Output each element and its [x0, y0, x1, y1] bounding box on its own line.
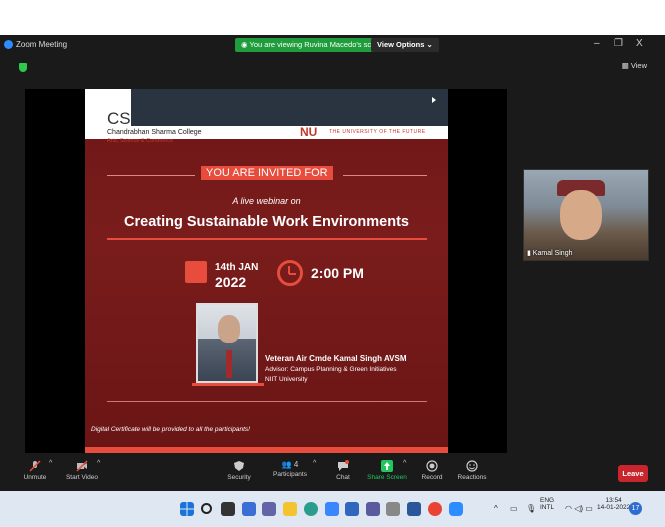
- meeting-toolbar: Unmute ^ Start Video ^ Security 👥 4 Part…: [0, 457, 665, 491]
- certificate-note: Digital Certificate will be provided to …: [91, 426, 250, 433]
- restore-button[interactable]: ❐: [614, 38, 623, 49]
- video-off-icon: [76, 460, 88, 472]
- live-webinar-text: A live webinar on: [232, 196, 301, 206]
- participants-icon: 👥 4: [281, 460, 299, 469]
- speaker-photo: [196, 303, 258, 383]
- participant-face: [560, 190, 602, 240]
- event-time: 2:00 PM: [311, 265, 364, 281]
- edge-browser-icon[interactable]: [304, 502, 318, 516]
- title-underline: [107, 238, 427, 240]
- window-title: Zoom Meeting: [16, 40, 68, 49]
- wifi-volume-battery-icon[interactable]: ◠ ◁) ▭: [565, 504, 593, 513]
- speaker-name: Veteran Air Cmde Kamal Singh AVSM: [265, 354, 407, 363]
- divider-right: [343, 175, 427, 176]
- security-button[interactable]: Security: [224, 457, 254, 491]
- speaker-role: Advisor: Campus Planning & Green Initiat…: [265, 366, 397, 373]
- slide-header: CS Chandrabhan Sharma College Arts, Scie…: [85, 89, 448, 144]
- close-button[interactable]: X: [636, 38, 643, 49]
- college-logo: CS: [107, 109, 131, 128]
- divider-bottom: [107, 401, 427, 402]
- clock[interactable]: 13:54 14-01-2022: [597, 497, 630, 511]
- record-button[interactable]: Record: [420, 457, 444, 491]
- calendar-icon: [185, 261, 207, 283]
- chrome-icon[interactable]: [428, 502, 442, 516]
- calculator-icon[interactable]: [366, 502, 380, 516]
- unmute-button[interactable]: Unmute: [22, 457, 48, 491]
- file-explorer-icon[interactable]: [283, 502, 297, 516]
- webinar-slide: CS Chandrabhan Sharma College Arts, Scie…: [85, 89, 448, 453]
- mail-icon[interactable]: [345, 502, 359, 516]
- video-options-chevron-icon[interactable]: ^: [97, 460, 100, 467]
- view-options-button[interactable]: View Options ⌄: [371, 38, 439, 52]
- tray-overflow-chevron-icon[interactable]: ^: [494, 504, 498, 513]
- encryption-shield-icon[interactable]: [19, 63, 27, 72]
- start-video-button[interactable]: Start Video: [62, 457, 102, 491]
- photo-underline: [192, 383, 264, 386]
- college-name: Chandrabhan Sharma College: [107, 129, 202, 136]
- participant-name: ▮ Kamal Singh: [527, 250, 573, 257]
- title-bar: Zoom Meeting ◉ You are viewing Ruvina Ma…: [0, 35, 665, 55]
- mouse-cursor-icon: [432, 97, 436, 103]
- speaker-org: NIIT University: [265, 376, 308, 383]
- speaker-photo-face: [218, 315, 240, 343]
- shared-screen: CS Chandrabhan Sharma College Arts, Scie…: [25, 89, 507, 453]
- participants-count: 4: [293, 460, 299, 469]
- view-button[interactable]: ▦ View: [622, 61, 647, 70]
- college-subtitle: Arts, Science & Commerce: [107, 138, 174, 144]
- windows-taskbar: ^ ▭ 🎙 ENG INTL ◠ ◁) ▭ 13:54 14-01-2022 17: [0, 491, 665, 527]
- overlay-bar: [131, 89, 448, 126]
- tray-mic-icon[interactable]: 🎙: [526, 504, 536, 513]
- zoom-taskbar-icon[interactable]: [449, 502, 463, 516]
- windows-start-icon[interactable]: [180, 502, 194, 516]
- clock-icon: [277, 260, 303, 286]
- event-date-year: 2022: [215, 274, 247, 290]
- task-view-icon[interactable]: [221, 502, 235, 516]
- participants-button[interactable]: 👥 4 Participants: [271, 457, 309, 491]
- invited-banner: YOU ARE INVITED FOR: [201, 166, 333, 180]
- partner-tagline: THE UNIVERSITY OF THE FUTURE: [329, 129, 426, 135]
- reactions-smiley-icon: [466, 460, 478, 472]
- zoom-logo-icon: [4, 40, 13, 49]
- share-options-chevron-icon[interactable]: ^: [403, 460, 406, 467]
- muted-mic-icon: [29, 460, 41, 472]
- keyboard-layout: INTL: [540, 504, 555, 511]
- tray-device-icon[interactable]: ▭: [510, 504, 518, 513]
- shield-icon: [234, 461, 244, 471]
- app-icon[interactable]: [386, 502, 400, 516]
- audio-options-chevron-icon[interactable]: ^: [49, 460, 52, 467]
- top-blank-area: [0, 0, 665, 35]
- share-screen-icon: [381, 460, 393, 472]
- participants-options-chevron-icon[interactable]: ^: [313, 460, 316, 467]
- notification-badge[interactable]: 17: [629, 502, 642, 515]
- clock-date: 14-01-2022: [597, 504, 631, 511]
- participant-video-thumbnail[interactable]: ▮ Kamal Singh: [523, 169, 649, 261]
- speaker-photo-tie: [226, 350, 232, 378]
- widgets-icon[interactable]: [242, 502, 256, 516]
- store-icon[interactable]: [325, 502, 339, 516]
- record-icon: [426, 460, 438, 472]
- chat-button[interactable]: Chat: [333, 457, 353, 491]
- reactions-button[interactable]: Reactions: [457, 457, 487, 491]
- language-indicator[interactable]: ENG INTL: [540, 497, 554, 511]
- leave-button[interactable]: Leave: [618, 465, 648, 482]
- divider-left: [107, 175, 195, 176]
- slide-footer-bar: [85, 447, 448, 453]
- teams-chat-icon[interactable]: [262, 502, 276, 516]
- clock-time: 13:54: [605, 497, 622, 504]
- word-icon[interactable]: [407, 502, 421, 516]
- search-icon[interactable]: [201, 503, 212, 514]
- minimize-button[interactable]: –: [594, 38, 600, 49]
- webinar-title: Creating Sustainable Work Environments: [124, 214, 409, 230]
- partner-logo: NU: [300, 125, 318, 139]
- chat-icon: [338, 460, 349, 471]
- share-screen-button[interactable]: Share Screen: [367, 457, 407, 491]
- language-code: ENG: [540, 497, 555, 504]
- event-date-day: 14th JAN: [215, 262, 259, 273]
- viewing-banner: ◉ You are viewing Ruvina Macedo's screen: [235, 38, 393, 52]
